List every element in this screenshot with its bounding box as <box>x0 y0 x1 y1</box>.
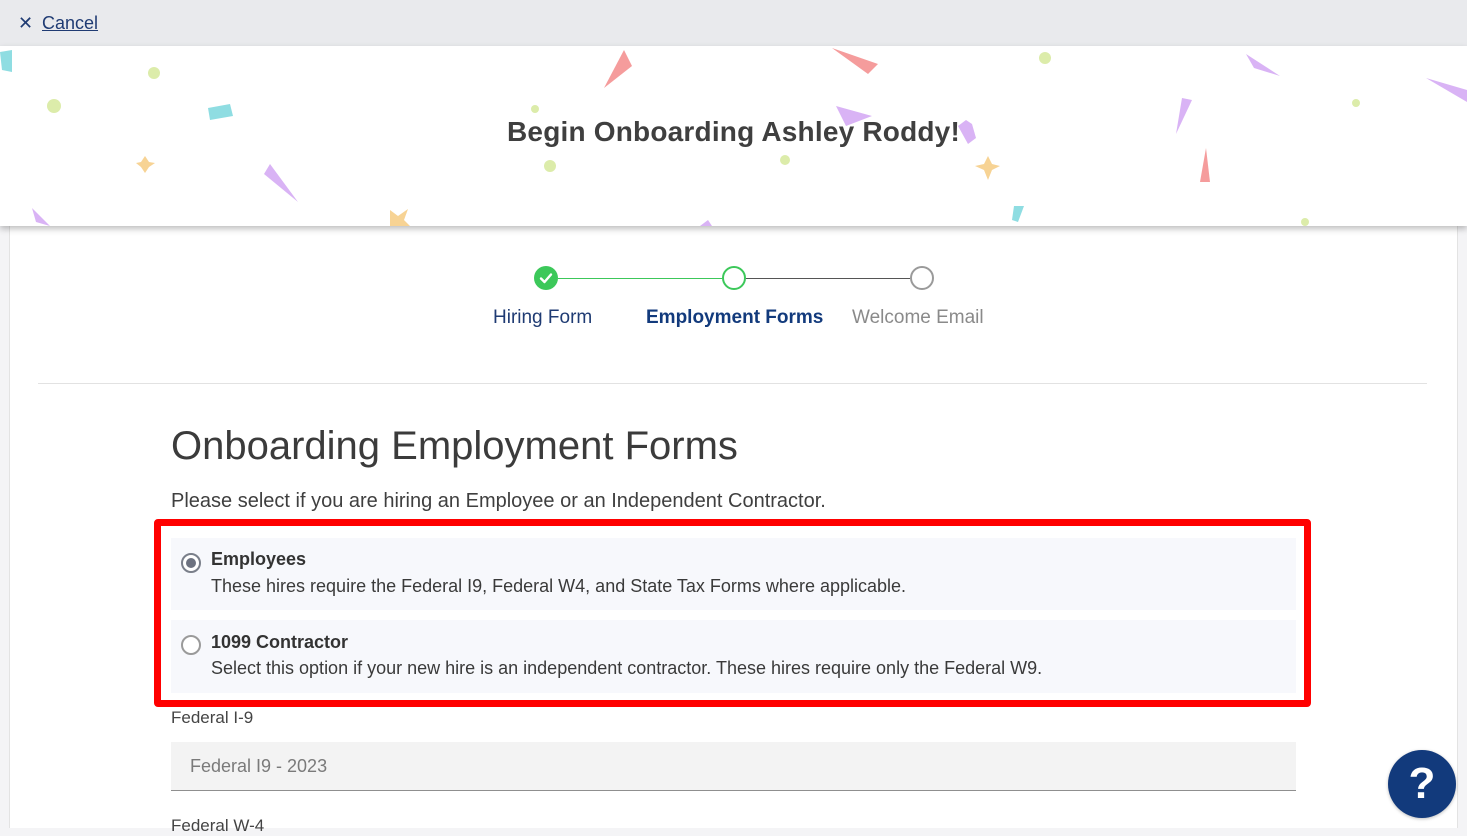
step-label-employment-forms: Employment Forms <box>646 307 824 328</box>
close-icon: ✕ <box>18 12 34 33</box>
section-divider <box>38 383 1427 384</box>
step-upcoming-circle-icon <box>910 266 934 290</box>
page-title: Onboarding Employment Forms <box>171 424 738 468</box>
cancel-link[interactable]: ✕ Cancel <box>18 13 98 34</box>
step-current-circle-icon <box>722 266 746 290</box>
step-connector-2 <box>746 278 910 279</box>
help-button[interactable]: ? <box>1388 750 1456 818</box>
welcome-banner: Begin Onboarding Ashley Roddy! <box>0 46 1467 226</box>
banner-title: Begin Onboarding Ashley Roddy! <box>507 116 960 147</box>
cancel-label: Cancel <box>42 12 99 33</box>
help-question-icon: ? <box>1408 759 1436 808</box>
step-complete-check-icon <box>534 266 558 290</box>
step-label-hiring-form[interactable]: Hiring Form <box>493 307 592 329</box>
top-bar: ✕ Cancel <box>0 0 1467 46</box>
highlight-box <box>154 519 1311 707</box>
step-label-welcome-email: Welcome Email <box>852 307 984 328</box>
federal-i9-label: Federal I-9 <box>171 708 254 727</box>
federal-w4-label: Federal W-4 <box>171 816 265 835</box>
instruction-text: Please select if you are hiring an Emplo… <box>171 490 826 512</box>
federal-i9-field[interactable] <box>171 742 1296 791</box>
step-connector-1 <box>558 278 722 279</box>
